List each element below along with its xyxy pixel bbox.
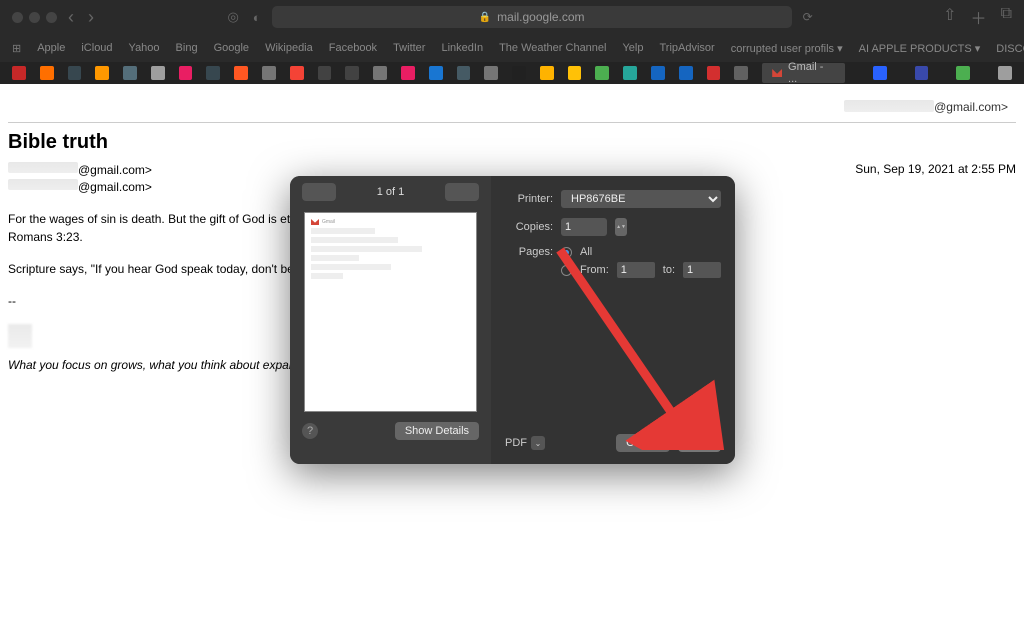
copies-label: Copies: [505, 221, 553, 233]
tab-favicon[interactable] [998, 66, 1012, 80]
to-label: to: [663, 264, 675, 276]
browser-toolbar: ‹ › ◎ ◐ 🔒 mail.google.com ⟳ ⇧ ＋ ⧉ [0, 0, 1024, 34]
bookmark-item[interactable]: Facebook [329, 42, 377, 54]
tab-favicon[interactable] [68, 66, 82, 80]
tab-favicon[interactable] [457, 66, 471, 80]
reload-icon[interactable]: ⟳ [803, 10, 813, 24]
tab-favicon[interactable] [484, 66, 498, 80]
email-from: @gmail.com> @gmail.com> [8, 162, 152, 196]
bookmark-item[interactable]: Twitter [393, 42, 425, 54]
back-button[interactable]: ‹ [68, 7, 74, 28]
address-bar[interactable]: 🔒 mail.google.com [272, 6, 792, 28]
copies-stepper[interactable]: ▲▼ [615, 218, 627, 236]
tab-favicon[interactable] [262, 66, 276, 80]
bookmark-item[interactable]: LinkedIn [441, 42, 483, 54]
email-date: Sun, Sep 19, 2021 at 2:55 PM [855, 162, 1016, 196]
tab-favicon[interactable] [623, 66, 637, 80]
privacy-icon: ◐ [253, 10, 261, 25]
print-button[interactable]: Print [678, 434, 721, 452]
cancel-button[interactable]: Cancel [616, 434, 670, 452]
pages-all-radio[interactable] [561, 247, 572, 258]
pages-label: Pages: [505, 246, 553, 258]
next-page-button[interactable] [445, 183, 479, 201]
bookmark-item[interactable]: Yahoo [129, 42, 160, 54]
tab-favicon[interactable] [595, 66, 609, 80]
tab-favicon[interactable] [568, 66, 582, 80]
gmail-icon [311, 219, 319, 225]
show-details-button[interactable]: Show Details [395, 422, 479, 440]
tab-favicon[interactable] [345, 66, 359, 80]
bookmark-item[interactable]: The Weather Channel [499, 42, 606, 54]
to-input[interactable] [683, 262, 721, 278]
tab-favicon[interactable] [123, 66, 137, 80]
copies-input[interactable] [561, 218, 607, 236]
email-subject: Bible truth [8, 131, 1016, 154]
tab-favicon[interactable] [512, 66, 526, 80]
tab-favicon[interactable] [956, 66, 970, 80]
tab-favicon[interactable] [401, 66, 415, 80]
tab-favicon[interactable] [429, 66, 443, 80]
bookmark-item[interactable]: Bing [176, 42, 198, 54]
tab-favicon[interactable] [873, 66, 887, 80]
print-dialog: 1 of 1 Gmail ? Show Details Printer: HP8… [290, 176, 735, 464]
url-host: mail.google.com [497, 10, 584, 24]
bookmark-item[interactable]: AI APPLE PRODUCTS ▾ [859, 42, 981, 55]
divider [8, 122, 1016, 123]
tab-favicon[interactable] [915, 66, 929, 80]
tab-favicon[interactable] [40, 66, 54, 80]
lock-icon: 🔒 [479, 12, 491, 23]
gmail-icon [772, 69, 782, 77]
pdf-dropdown[interactable]: PDF ⌄ [505, 436, 545, 450]
tab-favicon[interactable] [318, 66, 332, 80]
shield-icon: ◎ [227, 9, 238, 25]
tab-favicon[interactable] [95, 66, 109, 80]
bookmark-item[interactable]: Yelp [622, 42, 643, 54]
tab-favicon[interactable] [540, 66, 554, 80]
bookmark-item[interactable]: DISCORD ▾ [996, 42, 1024, 55]
active-tab[interactable]: Gmail - ... [762, 63, 845, 83]
page-indicator: 1 of 1 [377, 186, 405, 198]
bookmark-item[interactable]: Google [214, 42, 249, 54]
forward-button[interactable]: › [88, 7, 94, 28]
traffic-lights [12, 12, 57, 23]
bookmarks-bar: ⊞ Apple iCloud Yahoo Bing Google Wikiped… [0, 34, 1024, 62]
plus-icon[interactable]: ＋ [971, 5, 987, 29]
tab-favicon[interactable] [651, 66, 665, 80]
tab-favicon[interactable] [679, 66, 693, 80]
from-input[interactable] [617, 262, 655, 278]
tabs-icon[interactable]: ⧉ [1001, 5, 1012, 29]
printer-select[interactable]: HP8676BE [561, 190, 721, 208]
pages-all-label: All [580, 246, 592, 258]
share-icon[interactable]: ⇧ [943, 5, 956, 29]
pages-range-radio[interactable] [561, 265, 572, 276]
bookmark-item[interactable]: TripAdvisor [660, 42, 715, 54]
tab-favicon[interactable] [707, 66, 721, 80]
help-button[interactable]: ? [302, 423, 318, 439]
account-identifier: @gmail.com> [8, 100, 1016, 114]
chevron-down-icon: ⌄ [531, 436, 545, 450]
print-preview: Gmail [304, 212, 477, 412]
tab-favicon[interactable] [734, 66, 748, 80]
tab-favicon[interactable] [234, 66, 248, 80]
tab-favicon[interactable] [373, 66, 387, 80]
from-label: From: [580, 264, 609, 276]
bookmark-item[interactable]: Apple [37, 42, 65, 54]
tab-favicon[interactable] [179, 66, 193, 80]
prev-page-button[interactable] [302, 183, 336, 201]
tab-favicon[interactable] [206, 66, 220, 80]
bookmark-item[interactable]: corrupted user profils ▾ [731, 42, 843, 55]
bookmark-item[interactable]: iCloud [81, 42, 112, 54]
tab-favicon[interactable] [12, 66, 26, 80]
tab-favicon[interactable] [151, 66, 165, 80]
bookmark-item[interactable]: Wikipedia [265, 42, 313, 54]
printer-label: Printer: [505, 193, 553, 205]
bookmarks-menu-icon[interactable]: ⊞ [12, 42, 21, 55]
tab-favicon[interactable] [290, 66, 304, 80]
tab-strip: Gmail - ... [0, 62, 1024, 84]
